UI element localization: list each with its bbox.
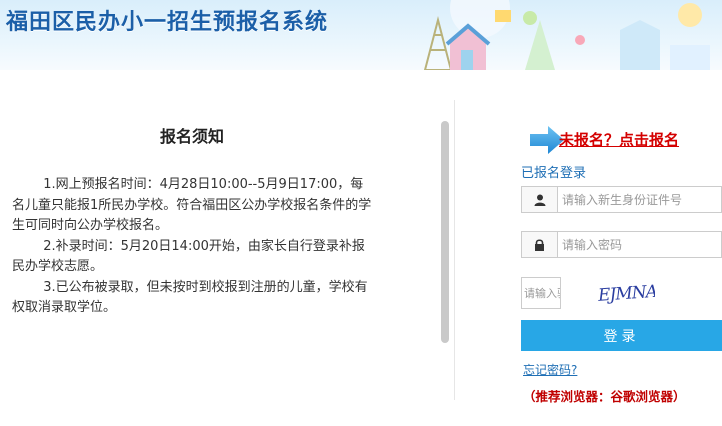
- banner-illustration: [423, 0, 710, 70]
- login-section-label: 已报名登录: [521, 166, 587, 181]
- notice-item: 1.网上预报名时间：4月28日10:00--5月9日17:00，每名儿童只能报1…: [12, 177, 372, 233]
- user-icon: [521, 186, 557, 213]
- lock-icon: [521, 231, 557, 258]
- notice-scrollbar[interactable]: [441, 121, 449, 343]
- header-banner: 福田区民办小一招生预报名系统: [0, 0, 722, 70]
- captcha-text: EJMNA: [597, 282, 655, 306]
- login-panel: 未报名？点击报名 已报名登录 EJMNA 登录 忘记密码? （推荐浏览器：谷歌浏…: [515, 120, 722, 410]
- id-field: [521, 186, 722, 213]
- captcha-image[interactable]: EJMNA: [595, 278, 655, 306]
- captcha-input[interactable]: [521, 277, 561, 309]
- forgot-password-link[interactable]: 忘记密码?: [523, 361, 577, 378]
- recommended-browser-note: （推荐浏览器：谷歌浏览器）: [523, 389, 686, 404]
- notice-body: 1.网上预报名时间：4月28日10:00--5月9日17:00，每名儿童只能报1…: [12, 175, 372, 319]
- register-link[interactable]: 未报名？点击报名: [559, 129, 679, 150]
- notice-title: 报名须知: [160, 127, 225, 146]
- notice-item: 3.已公布被录取，但未按时到校报到注册的儿童，学校有权取消录取学位。: [12, 279, 368, 316]
- password-field: [521, 231, 722, 258]
- notice-item: 2.补录时间：5月20日14:00开始，由家长自行登录补报民办学校志愿。: [12, 238, 365, 275]
- id-number-input[interactable]: [557, 186, 722, 213]
- page-title: 福田区民办小一招生预报名系统: [6, 10, 329, 35]
- password-input[interactable]: [557, 231, 722, 258]
- login-button[interactable]: 登录: [521, 320, 722, 351]
- notice-panel: 报名须知 1.网上预报名时间：4月28日10:00--5月9日17:00，每名儿…: [0, 100, 455, 400]
